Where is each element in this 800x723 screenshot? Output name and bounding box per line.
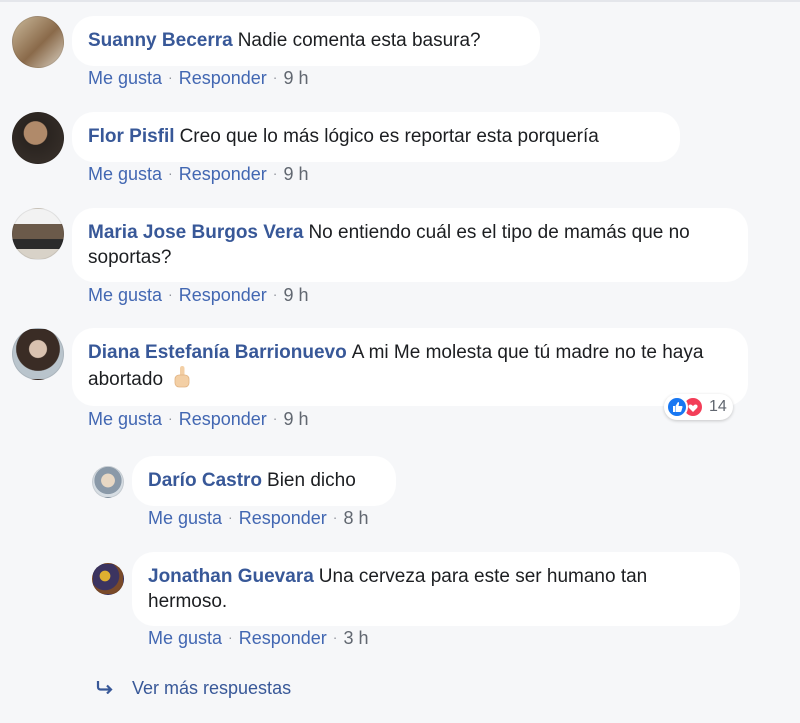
- comment-text: Nadie comenta esta basura?: [237, 30, 481, 51]
- like-link[interactable]: Me gusta: [88, 285, 162, 305]
- comment-time[interactable]: 9 h: [283, 164, 308, 184]
- reply-time[interactable]: 8 h: [343, 508, 368, 528]
- reply-author[interactable]: Jonathan Guevara: [148, 566, 314, 587]
- comment-author[interactable]: Suanny Becerra: [88, 30, 233, 51]
- reply-arrow-icon: [96, 678, 114, 699]
- comment-author[interactable]: Maria Jose Burgos Vera: [88, 222, 303, 243]
- comment-bubble: Suanny Becerra Nadie comenta esta basura?: [72, 16, 540, 66]
- reply-link[interactable]: Responder: [179, 164, 267, 184]
- comment-actions: Me gusta · Responder · 9 h: [88, 68, 309, 88]
- reply-link[interactable]: Responder: [179, 68, 267, 88]
- comment-text: Creo que lo más lógico es reportar esta …: [179, 126, 599, 147]
- comment-bubble: Diana Estefanía Barrionuevo A mi Me moles…: [72, 328, 748, 406]
- comment-author[interactable]: Diana Estefanía Barrionuevo: [88, 342, 347, 363]
- reply-link[interactable]: Responder: [179, 285, 267, 305]
- avatar[interactable]: [12, 16, 64, 68]
- reply-bubble: Jonathan Guevara Una cerveza para este se…: [132, 552, 740, 626]
- comment-time[interactable]: 9 h: [283, 409, 308, 429]
- top-divider: [0, 0, 800, 2]
- avatar[interactable]: [12, 328, 64, 380]
- reply-link[interactable]: Responder: [179, 409, 267, 429]
- comment-actions: Me gusta · Responder · 9 h: [88, 164, 309, 184]
- reply-author[interactable]: Darío Castro: [148, 470, 262, 491]
- middle-finger-emoji: [172, 365, 192, 396]
- comment-bubble: Flor Pisfil Creo que lo más lógico es rep…: [72, 112, 680, 162]
- comment-actions: Me gusta · Responder · 9 h: [88, 409, 309, 429]
- like-link[interactable]: Me gusta: [88, 409, 162, 429]
- reply-bubble: Darío Castro Bien dicho: [132, 456, 396, 506]
- reply-actions: Me gusta · Responder · 8 h: [148, 508, 369, 528]
- reaction-summary[interactable]: 14: [664, 394, 733, 420]
- like-icon: [666, 396, 688, 418]
- reply-time[interactable]: 3 h: [343, 628, 368, 648]
- more-replies-label: Ver más respuestas: [132, 678, 292, 698]
- reply-link[interactable]: Responder: [239, 628, 327, 648]
- reaction-count: 14: [709, 398, 727, 415]
- like-link[interactable]: Me gusta: [148, 508, 222, 528]
- avatar[interactable]: [12, 208, 64, 260]
- comment-time[interactable]: 9 h: [283, 68, 308, 88]
- reply-link[interactable]: Responder: [239, 508, 327, 528]
- comment-actions: Me gusta · Responder · 9 h: [88, 285, 309, 305]
- avatar[interactable]: [92, 466, 124, 498]
- more-replies-link[interactable]: Ver más respuestas: [96, 678, 291, 699]
- reply-actions: Me gusta · Responder · 3 h: [148, 628, 369, 648]
- like-link[interactable]: Me gusta: [88, 164, 162, 184]
- like-link[interactable]: Me gusta: [148, 628, 222, 648]
- avatar[interactable]: [92, 563, 124, 595]
- avatar[interactable]: [12, 112, 64, 164]
- comment-bubble: Maria Jose Burgos Vera No entiendo cuál e…: [72, 208, 748, 282]
- comment-author[interactable]: Flor Pisfil: [88, 126, 175, 147]
- like-link[interactable]: Me gusta: [88, 68, 162, 88]
- reply-text: Bien dicho: [267, 470, 356, 491]
- comment-time[interactable]: 9 h: [283, 285, 308, 305]
